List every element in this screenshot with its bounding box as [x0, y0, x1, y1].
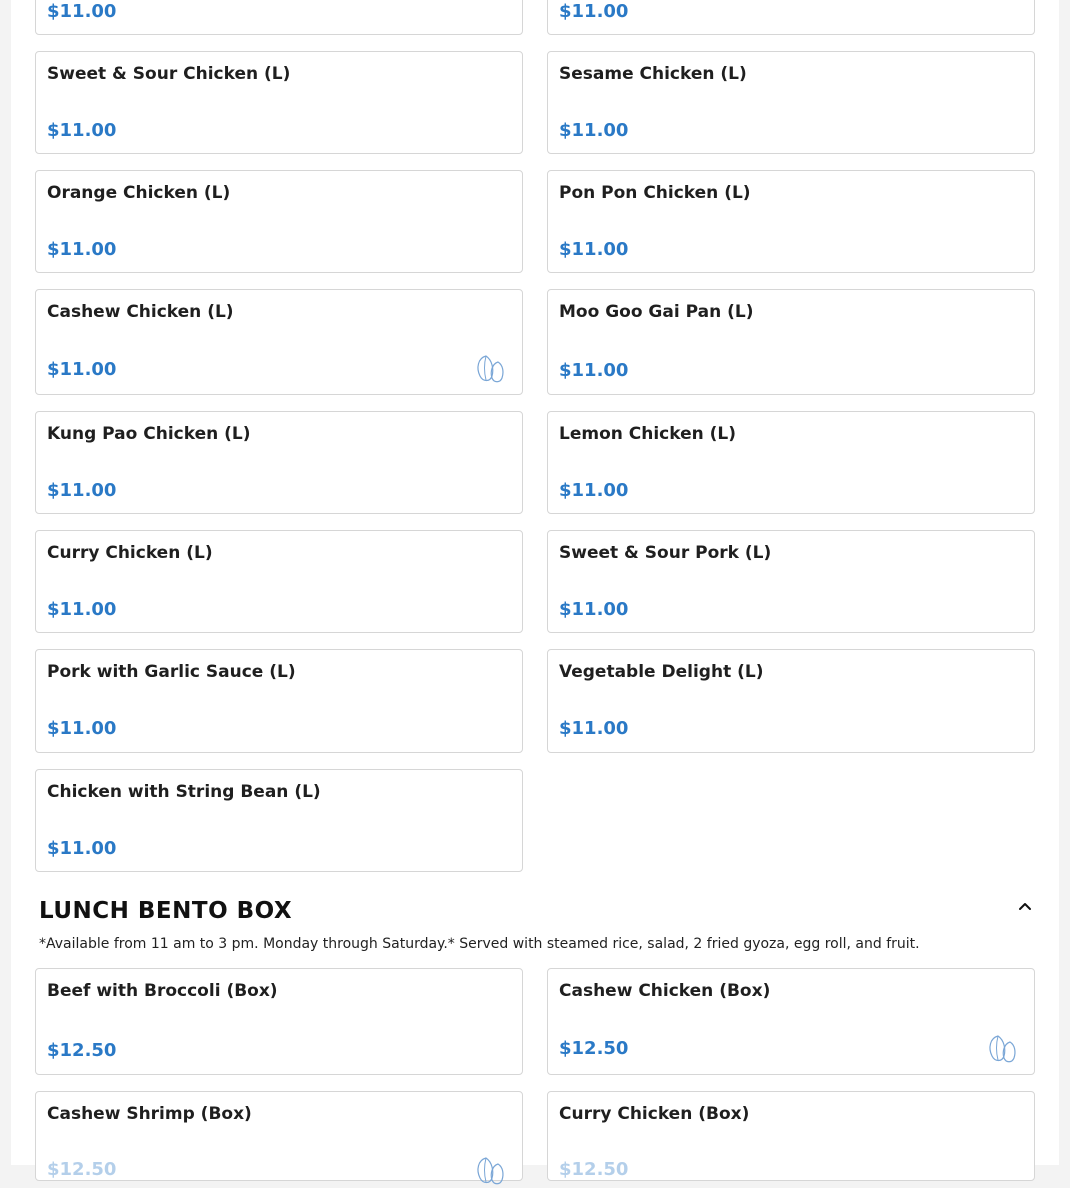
item-name: Sweet & Sour Pork (L) — [559, 543, 772, 563]
item-name: Cashew Chicken (L) — [47, 302, 234, 322]
menu-item-sweet-sour-pork[interactable]: Sweet & Sour Pork (L) $11.00 — [547, 530, 1035, 633]
item-price: $11.00 — [47, 480, 117, 501]
section-note: *Available from 11 am to 3 pm. Monday th… — [39, 936, 920, 952]
item-name: Sesame Chicken (L) — [559, 64, 747, 84]
menu-item-sesame-chicken[interactable]: Sesame Chicken (L) $11.00 — [547, 51, 1035, 154]
item-price: $12.50 — [47, 1159, 117, 1180]
menu-item-kung-pao-chicken[interactable]: Kung Pao Chicken (L) $11.00 — [35, 411, 523, 514]
item-price: $11.00 — [47, 718, 117, 739]
menu-item-card[interactable]: $11.00 — [547, 0, 1035, 35]
nut-icon — [989, 1035, 1016, 1063]
menu-item-cashew-chicken-box[interactable]: Cashew Chicken (Box) $12.50 — [547, 968, 1035, 1075]
item-name: Pork with Garlic Sauce (L) — [47, 662, 296, 682]
item-price: $11.00 — [559, 480, 629, 501]
menu-item-card[interactable]: $11.00 — [35, 0, 523, 35]
item-price: $11.00 — [559, 718, 629, 739]
menu-page: $11.00 $11.00 Sweet & Sour Chicken (L) $… — [11, 0, 1059, 1185]
chevron-up-icon[interactable] — [1013, 895, 1037, 919]
item-name: Curry Chicken (Box) — [559, 1104, 750, 1124]
menu-item-moo-goo-gai-pan[interactable]: Moo Goo Gai Pan (L) $11.00 — [547, 289, 1035, 395]
item-name: Moo Goo Gai Pan (L) — [559, 302, 754, 322]
item-name: Orange Chicken (L) — [47, 183, 231, 203]
menu-item-lemon-chicken[interactable]: Lemon Chicken (L) $11.00 — [547, 411, 1035, 514]
item-price: $11.00 — [47, 359, 117, 380]
menu-item-chicken-string-bean[interactable]: Chicken with String Bean (L) $11.00 — [35, 769, 523, 872]
item-price: $11.00 — [559, 1, 629, 22]
item-price: $11.00 — [47, 239, 117, 260]
menu-item-beef-broccoli-box[interactable]: Beef with Broccoli (Box) $12.50 — [35, 968, 523, 1075]
item-price: $11.00 — [559, 360, 629, 381]
nut-icon — [477, 1157, 504, 1185]
item-name: Chicken with String Bean (L) — [47, 782, 321, 802]
item-name: Sweet & Sour Chicken (L) — [47, 64, 291, 84]
menu-item-vegetable-delight[interactable]: Vegetable Delight (L) $11.00 — [547, 649, 1035, 753]
item-price: $11.00 — [559, 239, 629, 260]
item-name: Cashew Chicken (Box) — [559, 981, 771, 1001]
item-name: Curry Chicken (L) — [47, 543, 213, 563]
menu-item-curry-chicken[interactable]: Curry Chicken (L) $11.00 — [35, 530, 523, 633]
menu-item-cashew-shrimp-box[interactable]: Cashew Shrimp (Box) $12.50 — [35, 1091, 523, 1185]
menu-item-curry-chicken-box[interactable]: Curry Chicken (Box) $12.50 — [547, 1091, 1035, 1181]
item-price: $12.50 — [559, 1159, 629, 1180]
item-price: $11.00 — [47, 1, 117, 22]
item-name: Kung Pao Chicken (L) — [47, 424, 251, 444]
item-name: Vegetable Delight (L) — [559, 662, 764, 682]
item-price: $11.00 — [47, 838, 117, 859]
item-price: $11.00 — [47, 120, 117, 141]
item-name: Pon Pon Chicken (L) — [559, 183, 751, 203]
menu-item-pork-garlic-sauce[interactable]: Pork with Garlic Sauce (L) $11.00 — [35, 649, 523, 753]
item-price: $12.50 — [47, 1040, 117, 1061]
menu-item-cashew-chicken[interactable]: Cashew Chicken (L) $11.00 — [35, 289, 523, 395]
item-name: Beef with Broccoli (Box) — [47, 981, 278, 1001]
nut-icon — [477, 355, 504, 383]
menu-item-orange-chicken[interactable]: Orange Chicken (L) $11.00 — [35, 170, 523, 273]
section-title: LUNCH BENTO BOX — [39, 898, 293, 924]
item-name: Lemon Chicken (L) — [559, 424, 737, 444]
item-name: Cashew Shrimp (Box) — [47, 1104, 252, 1124]
item-price: $11.00 — [47, 599, 117, 620]
menu-item-sweet-sour-chicken[interactable]: Sweet & Sour Chicken (L) $11.00 — [35, 51, 523, 154]
item-price: $11.00 — [559, 599, 629, 620]
menu-item-pon-pon-chicken[interactable]: Pon Pon Chicken (L) $11.00 — [547, 170, 1035, 273]
item-price: $11.00 — [559, 120, 629, 141]
item-price: $12.50 — [559, 1038, 629, 1059]
